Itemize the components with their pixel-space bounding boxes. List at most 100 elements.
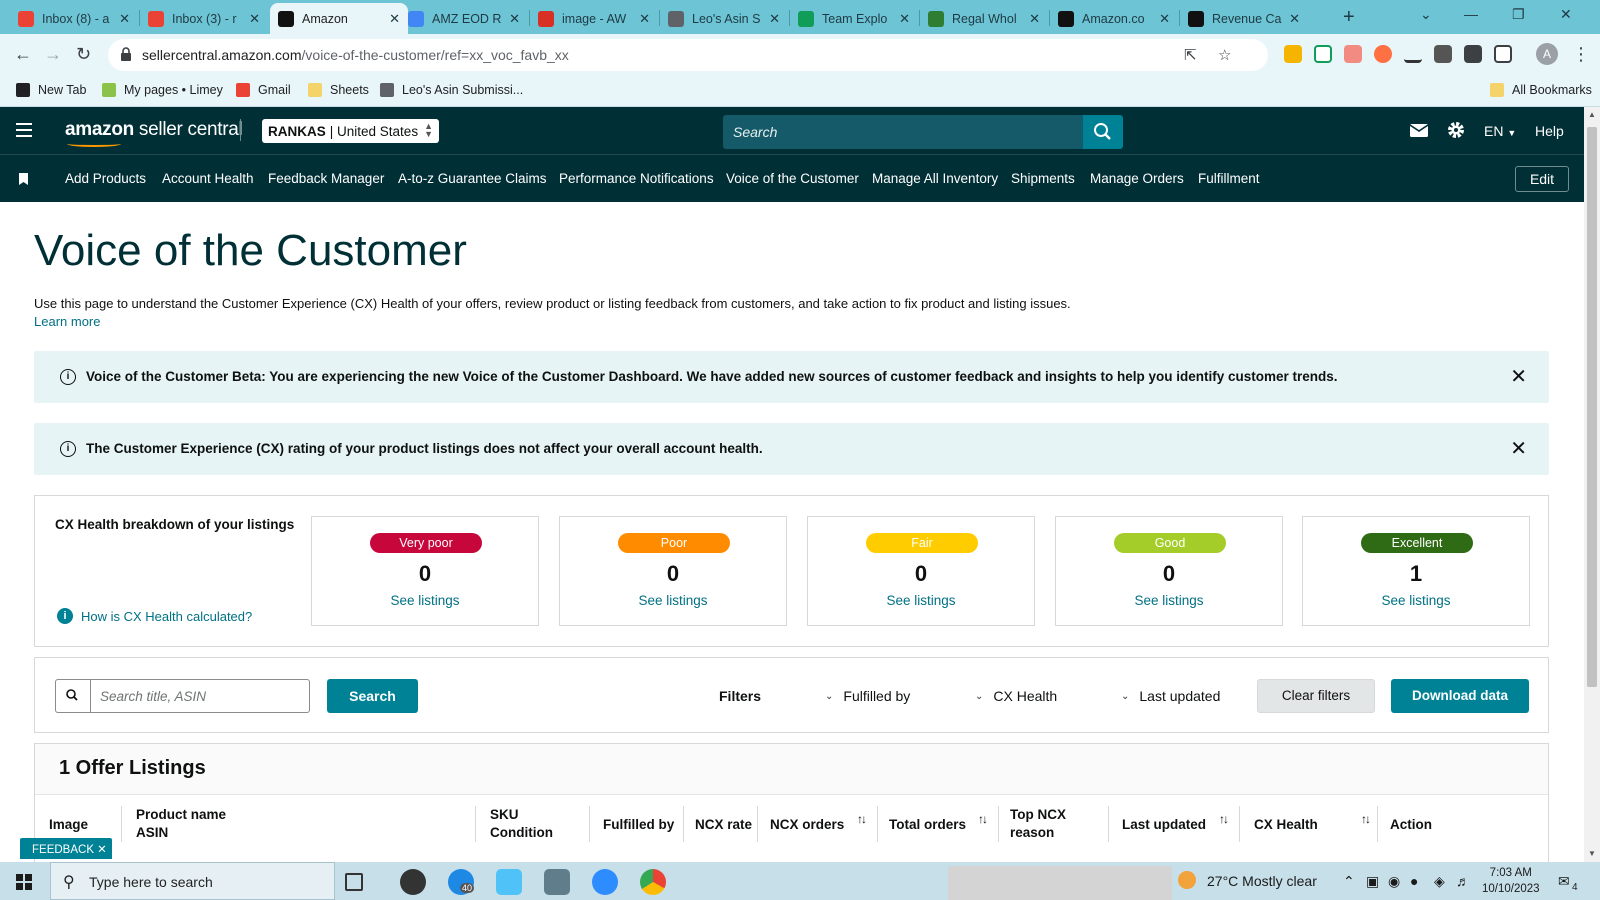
bookmark-item[interactable]: Leo's Asin Submissi... — [380, 83, 523, 97]
extension-icon[interactable] — [1314, 45, 1332, 63]
calculator-icon[interactable] — [544, 869, 570, 895]
side-panel-icon[interactable] — [1494, 45, 1512, 63]
table-column-header[interactable]: Image — [49, 816, 88, 834]
sort-icon[interactable]: ↑↓ — [857, 812, 867, 826]
table-column-header[interactable]: Last updated — [1122, 816, 1206, 834]
clear-filters-button[interactable]: Clear filters — [1257, 679, 1375, 713]
cx-health-filter[interactable]: ⌄ CX Health — [975, 688, 1057, 704]
kebab-menu-icon[interactable]: ⋮ — [1572, 44, 1590, 65]
taskbar-clock[interactable]: 7:03 AM 10/10/2023 — [1482, 865, 1540, 897]
weather-moon-icon[interactable] — [1178, 871, 1196, 889]
browser-tab[interactable]: Inbox (3) - r ✕ — [140, 3, 268, 34]
hamburger-menu-icon[interactable] — [16, 123, 32, 137]
browser-tab[interactable]: Regal Whol ✕ — [920, 3, 1048, 34]
wifi-icon[interactable]: ◈ — [1434, 873, 1445, 890]
restore-icon[interactable]: ❐ — [1512, 6, 1525, 23]
bookmark-item[interactable]: New Tab — [16, 83, 86, 97]
tray-app-icon[interactable]: ◉ — [1388, 873, 1400, 890]
extension-icon[interactable] — [1434, 45, 1452, 63]
feedback-tab[interactable]: FEEDBACK ✕ — [20, 838, 112, 859]
scrollbar-thumb[interactable] — [1587, 127, 1597, 687]
profile-avatar[interactable]: A — [1536, 43, 1558, 65]
scroll-down-icon[interactable]: ▼ — [1588, 849, 1596, 858]
table-column-header[interactable]: Fulfilled by — [603, 816, 674, 834]
share-icon[interactable]: ⇱ — [1184, 46, 1197, 64]
browser-tab[interactable]: Team Explo ✕ — [790, 3, 918, 34]
edit-nav-button[interactable]: Edit — [1515, 166, 1569, 192]
table-column-header[interactable]: Top NCX reason — [1010, 806, 1066, 842]
nav-link[interactable]: Account Health — [162, 171, 254, 186]
all-bookmarks[interactable]: All Bookmarks — [1490, 83, 1592, 97]
search-button[interactable]: Search — [327, 679, 418, 713]
nav-link[interactable]: Voice of the Customer — [726, 171, 859, 186]
extension-icon[interactable] — [1404, 45, 1422, 63]
nav-link[interactable]: Fulfillment — [1198, 171, 1260, 186]
close-icon[interactable]: ✕ — [389, 11, 400, 27]
browser-tab[interactable]: Leo's Asin S ✕ — [660, 3, 788, 34]
close-icon[interactable]: ✕ — [509, 11, 520, 27]
seller-central-logo[interactable]: amazon seller central — [65, 119, 243, 147]
table-column-header[interactable]: SKU Condition — [490, 806, 553, 842]
nav-link[interactable]: Feedback Manager — [268, 171, 384, 186]
bookmark-item[interactable]: Gmail — [236, 83, 291, 97]
table-column-header[interactable]: Product name ASIN — [136, 806, 226, 842]
table-column-header[interactable]: NCX orders — [770, 816, 844, 834]
back-arrow-icon[interactable]: ← — [14, 44, 32, 65]
see-listings-link[interactable]: See listings — [808, 593, 1034, 608]
browser-tab[interactable]: Revenue Ca ✕ — [1180, 3, 1308, 34]
nav-link[interactable]: Manage All Inventory — [872, 171, 998, 186]
extension-icon[interactable] — [1284, 45, 1302, 63]
table-column-header[interactable]: Total orders — [889, 816, 966, 834]
table-column-header[interactable]: NCX rate — [695, 816, 752, 834]
see-listings-link[interactable]: See listings — [560, 593, 786, 608]
chevron-up-icon[interactable]: ⌃ — [1343, 873, 1355, 890]
global-search-input[interactable]: Search — [723, 115, 1083, 149]
app-icon[interactable] — [400, 869, 426, 895]
nav-link[interactable]: Add Products — [65, 171, 146, 186]
minimize-icon[interactable]: — — [1464, 6, 1478, 22]
bookmark-star-icon[interactable]: ☆ — [1218, 46, 1231, 64]
bookmark-item[interactable]: My pages • Limey — [102, 83, 223, 97]
browser-tab[interactable]: image - AW ✕ — [530, 3, 658, 34]
close-icon[interactable]: ✕ — [119, 11, 130, 27]
sort-icon[interactable]: ↑↓ — [978, 812, 988, 826]
close-icon[interactable]: ✕ — [639, 11, 650, 27]
see-listings-link[interactable]: See listings — [1303, 593, 1529, 608]
nav-link[interactable]: A-to-z Guarantee Claims — [398, 171, 547, 186]
table-column-header[interactable]: CX Health — [1254, 816, 1318, 834]
help-link[interactable]: Help — [1535, 123, 1564, 139]
browser-tab[interactable]: Amazon ✕ — [270, 3, 408, 34]
browser-tab[interactable]: AMZ EOD R ✕ — [400, 3, 528, 34]
browser-tab[interactable]: Amazon.co ✕ — [1050, 3, 1178, 34]
task-view-icon[interactable] — [345, 873, 363, 891]
language-selector[interactable]: EN ▼ — [1484, 123, 1516, 139]
nav-link[interactable]: Shipments — [1011, 171, 1075, 186]
taskbar-search[interactable]: ⚲ Type here to search — [50, 862, 335, 900]
cx-health-how-link[interactable]: i How is CX Health calculated? — [57, 608, 252, 624]
address-bar[interactable]: sellercentral.amazon.com/voice-of-the-cu… — [108, 39, 1268, 71]
windows-start-icon[interactable] — [16, 874, 32, 890]
close-icon[interactable]: ✕ — [899, 11, 910, 27]
listing-search-input[interactable] — [90, 679, 310, 713]
page-scrollbar[interactable]: ▲ ▼ — [1584, 107, 1600, 862]
tray-app-icon[interactable]: ▣ — [1366, 873, 1379, 890]
scroll-up-icon[interactable]: ▲ — [1588, 110, 1596, 119]
mail-icon[interactable] — [1410, 124, 1428, 137]
last-updated-filter[interactable]: ⌄ Last updated — [1121, 688, 1220, 704]
gear-icon[interactable] — [1447, 121, 1465, 139]
weather-text[interactable]: 27°C Mostly clear — [1207, 873, 1317, 889]
close-icon[interactable]: ✕ — [1510, 436, 1527, 461]
puzzle-icon[interactable] — [1464, 45, 1482, 63]
close-icon[interactable]: ✕ — [249, 11, 260, 27]
download-data-button[interactable]: Download data — [1391, 679, 1529, 713]
close-icon[interactable]: ✕ — [1029, 11, 1040, 27]
global-search-button[interactable] — [1083, 115, 1123, 149]
url-text[interactable]: sellercentral.amazon.com/voice-of-the-cu… — [142, 47, 569, 63]
notification-icon[interactable]: ✉ — [1558, 873, 1570, 890]
see-listings-link[interactable]: See listings — [312, 593, 538, 608]
chevron-down-icon[interactable]: ⌄ — [1420, 6, 1432, 23]
app-icon[interactable] — [496, 869, 522, 895]
extension-icon[interactable] — [1374, 45, 1392, 63]
sort-icon[interactable]: ↑↓ — [1219, 812, 1229, 826]
table-column-header[interactable]: Action — [1390, 816, 1432, 834]
